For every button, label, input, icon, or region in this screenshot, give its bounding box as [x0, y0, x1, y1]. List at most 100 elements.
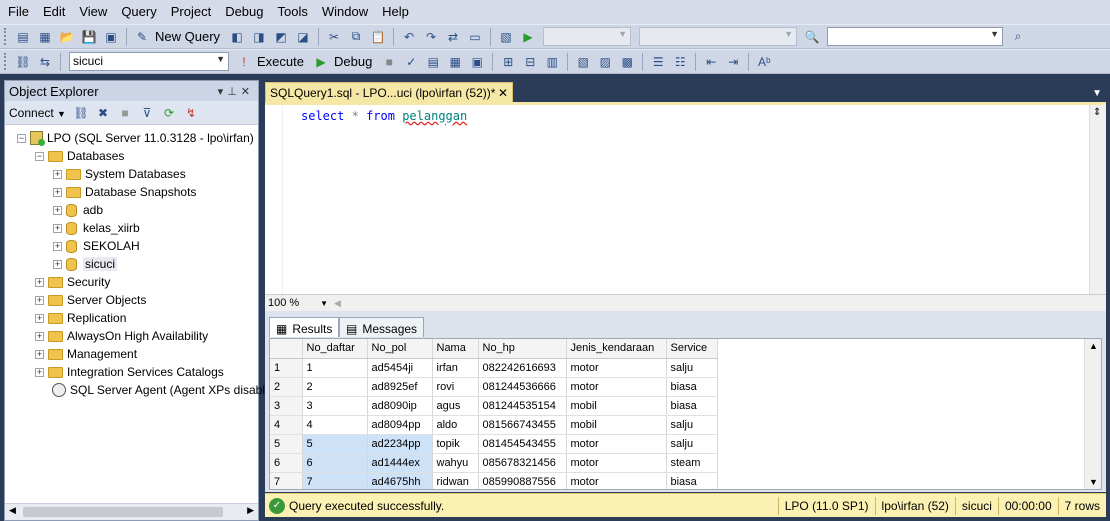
- row-number[interactable]: 3: [270, 396, 303, 416]
- results-to-grid-icon[interactable]: ▣: [468, 53, 486, 71]
- cell[interactable]: 3: [302, 396, 368, 416]
- close-icon[interactable]: ✕: [498, 86, 508, 100]
- tree-node-databases[interactable]: − Databases: [5, 147, 258, 165]
- menu-edit[interactable]: Edit: [37, 0, 73, 24]
- expand-icon[interactable]: +: [53, 241, 62, 251]
- cell[interactable]: agus: [432, 396, 479, 416]
- copy-icon[interactable]: ⧉: [347, 28, 365, 46]
- cell[interactable]: steam: [666, 453, 718, 473]
- connect-server-icon[interactable]: ⛓: [72, 104, 90, 122]
- cell[interactable]: irfan: [432, 358, 479, 378]
- code-line-1[interactable]: select * from pelanggan: [301, 109, 467, 123]
- cell[interactable]: ridwan: [432, 472, 479, 489]
- cell[interactable]: 081244535154: [478, 396, 567, 416]
- scroll-left-icon[interactable]: ◀: [334, 298, 341, 309]
- scroll-up-icon[interactable]: ▲: [1089, 341, 1098, 351]
- disconnect-icon[interactable]: ✖: [94, 104, 112, 122]
- menu-tools[interactable]: Tools: [272, 0, 316, 24]
- tree-node-database-snapshots[interactable]: + Database Snapshots: [5, 183, 258, 201]
- tree-node-server[interactable]: − LPO (SQL Server 11.0.3128 - lpo\irfan): [5, 129, 258, 147]
- cell[interactable]: motor: [566, 472, 667, 489]
- menu-project[interactable]: Project: [165, 0, 219, 24]
- solution-platform-select[interactable]: ▼: [639, 27, 798, 46]
- results-grid[interactable]: No_daftar No_pol Nama No_hp Jenis_kendar…: [269, 338, 1102, 490]
- cell[interactable]: biasa: [666, 396, 718, 416]
- increase-indent-icon[interactable]: ⇥: [724, 53, 742, 71]
- cell[interactable]: ad2234pp: [367, 434, 433, 454]
- cell[interactable]: ad5454ji: [367, 358, 433, 378]
- find-input[interactable]: ▼: [827, 27, 1004, 46]
- scroll-down-icon[interactable]: ▼: [1089, 477, 1098, 487]
- connect-button[interactable]: Connect ▼: [9, 106, 66, 120]
- column-header[interactable]: Service: [666, 339, 718, 359]
- cell[interactable]: 085678321456: [478, 453, 567, 473]
- row-number[interactable]: 2: [270, 377, 303, 397]
- results-file-icon[interactable]: ▩: [618, 53, 636, 71]
- scroll-right-icon[interactable]: ▶: [247, 505, 254, 516]
- execute-button[interactable]: Execute: [257, 54, 304, 69]
- xmla-query-icon[interactable]: ◪: [294, 28, 312, 46]
- menu-file[interactable]: File: [2, 0, 37, 24]
- include-plan-icon[interactable]: ⊞: [499, 53, 517, 71]
- zoom-select[interactable]: 100 % ▼: [268, 297, 328, 309]
- scrollbar-thumb[interactable]: [23, 507, 223, 517]
- row-number[interactable]: 7: [270, 472, 303, 489]
- connect-icon[interactable]: ⛓: [14, 53, 32, 71]
- column-header[interactable]: No_pol: [367, 339, 433, 359]
- results-grid-icon[interactable]: ▨: [596, 53, 614, 71]
- cell[interactable]: 7: [302, 472, 368, 489]
- table-row[interactable]: 7 7 ad4675hh ridwan 085990887556 motor b…: [270, 472, 718, 489]
- cell[interactable]: salju: [666, 358, 718, 378]
- expand-icon[interactable]: +: [35, 295, 44, 305]
- column-header[interactable]: No_daftar: [302, 339, 368, 359]
- cell[interactable]: 081244536666: [478, 377, 567, 397]
- toolbar-grip[interactable]: [4, 53, 8, 70]
- cell[interactable]: salju: [666, 415, 718, 435]
- toolbar-grip[interactable]: [4, 28, 8, 45]
- tree-node-server-objects[interactable]: + Server Objects: [5, 291, 258, 309]
- cut-icon[interactable]: ✂: [325, 28, 343, 46]
- new-project-icon[interactable]: ▤: [14, 28, 32, 46]
- expand-icon[interactable]: +: [53, 187, 62, 197]
- paste-icon[interactable]: 📋: [369, 28, 387, 46]
- table-row[interactable]: 5 5 ad2234pp topik 081454543455 motor sa…: [270, 434, 718, 454]
- expand-icon[interactable]: +: [35, 331, 44, 341]
- specify-values-icon[interactable]: Aᵇ: [755, 53, 773, 71]
- table-row[interactable]: 6 6 ad1444ex wahyu 085678321456 motor st…: [270, 453, 718, 473]
- menu-query[interactable]: Query: [115, 0, 164, 24]
- estimated-plan-icon[interactable]: ▤: [424, 53, 442, 71]
- menu-debug[interactable]: Debug: [219, 0, 271, 24]
- cell[interactable]: biasa: [666, 377, 718, 397]
- close-icon[interactable]: ✕: [241, 86, 254, 98]
- find-in-files-icon[interactable]: ⌕: [1009, 28, 1027, 46]
- database-select[interactable]: sicuci ▼: [69, 52, 229, 71]
- cell[interactable]: 2: [302, 377, 368, 397]
- vertical-scrollbar[interactable]: ⇕: [1089, 105, 1106, 294]
- expand-icon[interactable]: +: [35, 349, 44, 359]
- execute-icon[interactable]: !: [235, 53, 253, 71]
- undo-icon[interactable]: ↶: [400, 28, 418, 46]
- split-icon[interactable]: ⇕: [1093, 107, 1101, 118]
- analysis-query-icon[interactable]: ◨: [250, 28, 268, 46]
- tab-list-dropdown-icon[interactable]: ▼: [1092, 88, 1102, 99]
- tab-results[interactable]: ▦ Results: [269, 317, 340, 337]
- pin-icon[interactable]: ⊥: [227, 86, 241, 98]
- table-row[interactable]: 1 1 ad5454ji irfan 082242616693 motor sa…: [270, 358, 718, 378]
- table-row[interactable]: 2 2 ad8925ef rovi 081244536666 motor bia…: [270, 377, 718, 397]
- menu-help[interactable]: Help: [376, 0, 417, 24]
- open-file-icon[interactable]: 📂: [58, 28, 76, 46]
- cell[interactable]: topik: [432, 434, 479, 454]
- cell[interactable]: motor: [566, 434, 667, 454]
- table-row[interactable]: 4 4 ad8094pp aldo 081566743455 mobil sal…: [270, 415, 718, 435]
- row-number[interactable]: 5: [270, 434, 303, 454]
- cell[interactable]: 081566743455: [478, 415, 567, 435]
- cell[interactable]: ad1444ex: [367, 453, 433, 473]
- cell[interactable]: rovi: [432, 377, 479, 397]
- uncomment-icon[interactable]: ☷: [671, 53, 689, 71]
- cell[interactable]: 6: [302, 453, 368, 473]
- column-header[interactable]: No_hp: [478, 339, 567, 359]
- cell[interactable]: 082242616693: [478, 358, 567, 378]
- screen-icon[interactable]: ▭: [466, 28, 484, 46]
- parse-icon[interactable]: ✓: [402, 53, 420, 71]
- tree-node-alwayson[interactable]: + AlwaysOn High Availability: [5, 327, 258, 345]
